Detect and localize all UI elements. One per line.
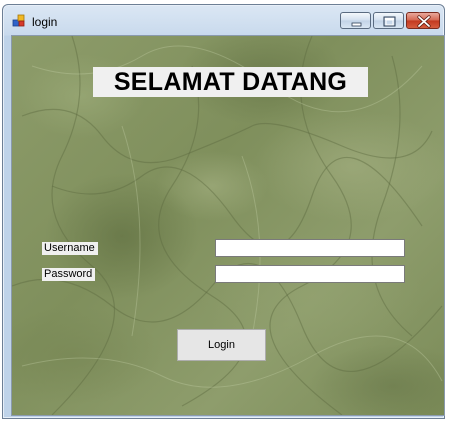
close-button[interactable] — [406, 12, 440, 29]
password-label: Password — [42, 268, 95, 281]
username-label: Username — [42, 242, 98, 255]
username-input[interactable] — [215, 239, 405, 257]
welcome-heading: SELAMAT DATANG — [93, 67, 368, 97]
login-window: login SELAMAT DATANG Username Password L… — [2, 4, 445, 419]
window-title: login — [32, 15, 58, 29]
minimize-icon — [351, 22, 362, 27]
minimize-button[interactable] — [340, 12, 371, 29]
title-bar[interactable]: login — [3, 5, 444, 35]
app-icon — [12, 14, 25, 27]
form-client-area: SELAMAT DATANG Username Password Login — [11, 35, 445, 416]
close-icon — [417, 15, 431, 28]
maximize-icon — [383, 16, 396, 27]
password-input[interactable] — [215, 265, 405, 283]
maximize-button[interactable] — [373, 12, 404, 29]
login-button[interactable]: Login — [177, 329, 266, 361]
